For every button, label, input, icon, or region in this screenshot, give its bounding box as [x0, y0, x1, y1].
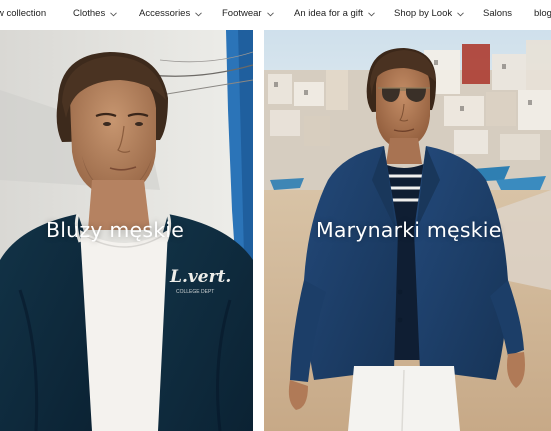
nav-item-accessories[interactable]: Accessories	[139, 8, 203, 20]
nav-item-label: Clothes	[73, 8, 106, 19]
nav-item-gift-ideas[interactable]: An idea for a gift	[294, 8, 376, 20]
category-tile-sweatshirts[interactable]: L.vert. COLLEGE DEPT Bluzy męskie	[0, 30, 253, 431]
chevron-down-icon	[195, 11, 203, 17]
nav-item-label: Shop by Look	[394, 8, 453, 19]
chevron-down-icon	[457, 11, 464, 17]
nav-item-clothes[interactable]: Clothes	[73, 8, 118, 20]
chevron-down-icon	[266, 11, 274, 17]
nav-item-label: Salons	[483, 8, 513, 19]
jacket-print-subtext: COLLEGE DEPT	[176, 289, 214, 295]
nav-item-shop-by-look[interactable]: Shop by Look	[394, 8, 464, 20]
tile-title: Marynarki męskie	[316, 218, 502, 242]
jacket-print-text: L.vert.	[169, 267, 231, 287]
nav-item-label: An idea for a gift	[294, 8, 364, 19]
chevron-down-icon	[368, 11, 376, 17]
nav-item-salons[interactable]: Salons	[483, 8, 512, 20]
tile-title: Bluzy męskie	[46, 218, 185, 242]
chevron-down-icon	[110, 11, 118, 17]
nav-item-label: Accessories	[139, 8, 191, 19]
nav-item-label: blog	[534, 8, 551, 19]
nav-item-label: Footwear	[222, 8, 262, 19]
nav-item-footwear[interactable]: Footwear	[222, 8, 274, 20]
main-navigation: w collection Clothes Accessories Footwea…	[0, 0, 551, 29]
nav-item-label: w collection	[0, 8, 47, 19]
nav-item-new-collection[interactable]: w collection	[0, 8, 46, 20]
nav-item-blog[interactable]: blog	[534, 8, 551, 20]
category-tile-blazers[interactable]: Marynarki męskie	[264, 30, 551, 431]
